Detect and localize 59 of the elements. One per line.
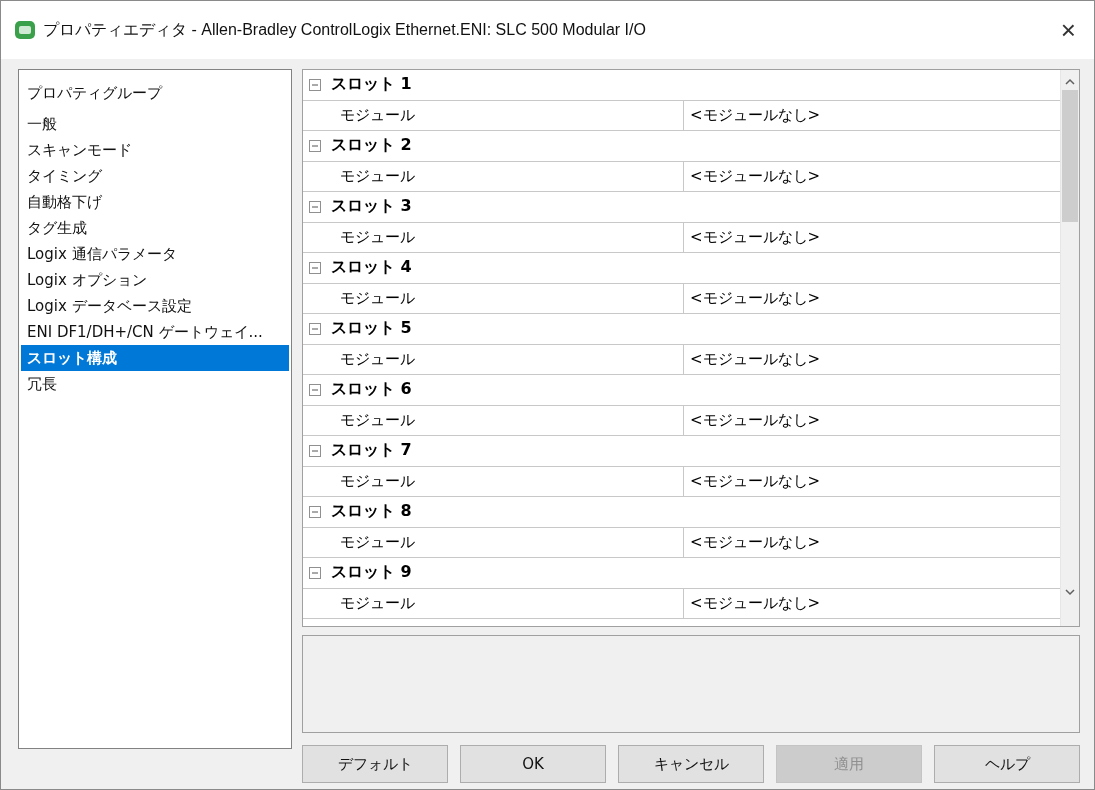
property-group-item[interactable]: Logix オプション — [21, 267, 289, 293]
collapse-icon[interactable] — [309, 383, 321, 396]
property-name: モジュール — [328, 527, 684, 557]
collapse-icon[interactable] — [309, 505, 321, 518]
collapse-icon[interactable] — [309, 139, 321, 152]
property-group-item[interactable]: Logix データベース設定 — [21, 293, 289, 319]
slot-category: スロット 7 — [331, 440, 412, 462]
collapse-icon[interactable] — [309, 261, 321, 274]
scroll-thumb[interactable] — [1062, 90, 1078, 222]
property-value[interactable]: <モジュールなし> — [684, 344, 1060, 374]
slot-category: スロット 4 — [331, 257, 412, 279]
scroll-down-icon[interactable] — [1065, 588, 1075, 596]
property-group-item[interactable]: スキャンモード — [21, 137, 289, 163]
property-value[interactable]: <モジュールなし> — [684, 100, 1060, 130]
property-value[interactable]: <モジュールなし> — [684, 161, 1060, 191]
property-group-item[interactable]: 冗長 — [21, 371, 289, 397]
property-group-item[interactable]: タイミング — [21, 163, 289, 189]
property-group-item[interactable]: ENI DF1/DH+/CN ゲートウェイ... — [21, 319, 289, 345]
property-group-item[interactable]: 自動格下げ — [21, 189, 289, 215]
collapse-icon[interactable] — [309, 444, 321, 457]
collapse-icon[interactable] — [309, 200, 321, 213]
property-name: モジュール — [328, 100, 684, 130]
property-name: モジュール — [328, 222, 684, 252]
slot-category: スロット 5 — [331, 318, 412, 340]
app-logo-icon — [15, 21, 35, 39]
property-name: モジュール — [328, 283, 684, 313]
slot-category: スロット 8 — [331, 501, 412, 523]
property-value[interactable]: <モジュールなし> — [684, 466, 1060, 496]
property-group-item[interactable]: 一般 — [21, 111, 289, 137]
property-value[interactable]: <モジュールなし> — [684, 222, 1060, 252]
collapse-icon[interactable] — [309, 322, 321, 335]
property-value[interactable]: <モジュールなし> — [684, 283, 1060, 313]
slot-category: スロット 6 — [331, 379, 412, 401]
slot-category: スロット 3 — [331, 196, 412, 218]
property-name: モジュール — [328, 161, 684, 191]
property-name: モジュール — [328, 344, 684, 374]
property-value[interactable]: <モジュールなし> — [684, 588, 1060, 618]
slot-category: スロット 9 — [331, 562, 412, 584]
property-name: モジュール — [328, 466, 684, 496]
window-title: プロパティエディタ - Allen-Bradley ControlLogix Ethernet.ENI: SLC 500 Modular I/O — [43, 19, 647, 40]
property-name: モジュール — [328, 405, 684, 435]
dialog-button[interactable]: ヘルプ — [934, 745, 1080, 783]
property-value[interactable]: <モジュールなし> — [684, 527, 1060, 557]
property-group-item[interactable]: タグ生成 — [21, 215, 289, 241]
collapse-icon[interactable] — [309, 78, 321, 91]
scrollbar[interactable] — [1060, 70, 1079, 626]
list-header: プロパティグループ — [26, 83, 164, 104]
dialog-button[interactable]: OK — [460, 745, 606, 783]
dialog-button[interactable]: デフォルト — [302, 745, 448, 783]
property-name: モジュール — [328, 588, 684, 618]
slot-category: スロット 2 — [331, 135, 412, 157]
scroll-up-icon[interactable] — [1065, 78, 1075, 86]
property-group-item[interactable]: Logix 通信パラメータ — [21, 241, 289, 267]
collapse-icon[interactable] — [309, 566, 321, 579]
slot-category: スロット 1 — [331, 74, 412, 96]
dialog-button[interactable]: キャンセル — [618, 745, 764, 783]
property-value[interactable]: <モジュールなし> — [684, 405, 1060, 435]
property-group-item[interactable]: スロット構成 — [21, 345, 289, 371]
close-button[interactable]: × — [1056, 17, 1080, 43]
